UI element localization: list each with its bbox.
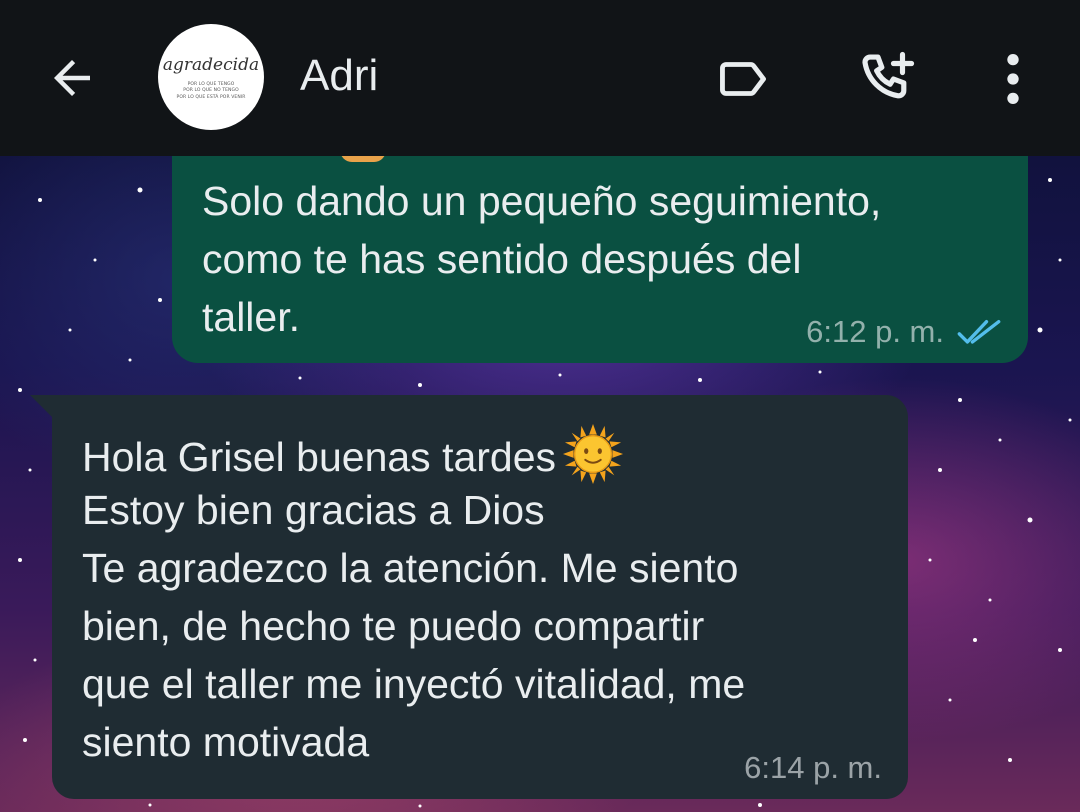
incoming-message[interactable]: Hola Grisel buenas tardes Estoy bien gra… xyxy=(30,395,908,799)
label-tag-icon xyxy=(720,62,766,96)
message-time: 6:14 p. m. xyxy=(744,750,882,785)
sun-with-face-icon xyxy=(563,423,624,485)
message-line-5: que el taller me inyectó vitalidad, me xyxy=(82,661,746,707)
chat-screen: agradecida POR LO QUE TENGO POR LO QUE N… xyxy=(0,0,1080,812)
avatar-brand-text: agradecida xyxy=(162,55,260,76)
add-call-button[interactable] xyxy=(852,44,922,114)
label-button[interactable] xyxy=(708,44,778,114)
bubble-tail xyxy=(30,395,52,417)
back-button[interactable] xyxy=(40,46,104,110)
message-line-4: bien, de hecho te puedo compartir xyxy=(82,603,705,649)
double-check-icon xyxy=(957,320,1001,344)
more-options-button[interactable] xyxy=(978,44,1048,114)
outgoing-message[interactable]: Solo dando un pequeño seguimiento, como … xyxy=(172,120,1028,363)
more-vert-icon xyxy=(1007,53,1019,105)
message-text: Hola Grisel buenas tardes Estoy bien gra… xyxy=(82,423,892,771)
chat-header: agradecida POR LO QUE TENGO POR LO QUE N… xyxy=(0,0,1080,156)
message-time: 6:12 p. m. xyxy=(806,314,944,349)
avatar-brand: agradecida xyxy=(163,57,259,74)
message-meta: 6:12 p. m. xyxy=(806,313,1002,351)
message-line-2: Estoy bien gracias a Dios xyxy=(82,487,545,533)
avatar-line-3: POR LO QUE ESTÁ POR VENIR xyxy=(176,94,246,100)
message-line-1: Hola Grisel buenas tardes xyxy=(82,423,892,485)
contact-name[interactable]: Adri xyxy=(300,50,378,102)
message-line-3: Te agradezco la atención. Me siento xyxy=(82,545,739,591)
arrow-left-icon xyxy=(54,60,90,96)
add-call-icon xyxy=(862,51,915,99)
contact-avatar[interactable]: agradecida POR LO QUE TENGO POR LO QUE N… xyxy=(158,24,264,130)
message-line-1-text: Hola Grisel buenas tardes xyxy=(82,434,557,480)
